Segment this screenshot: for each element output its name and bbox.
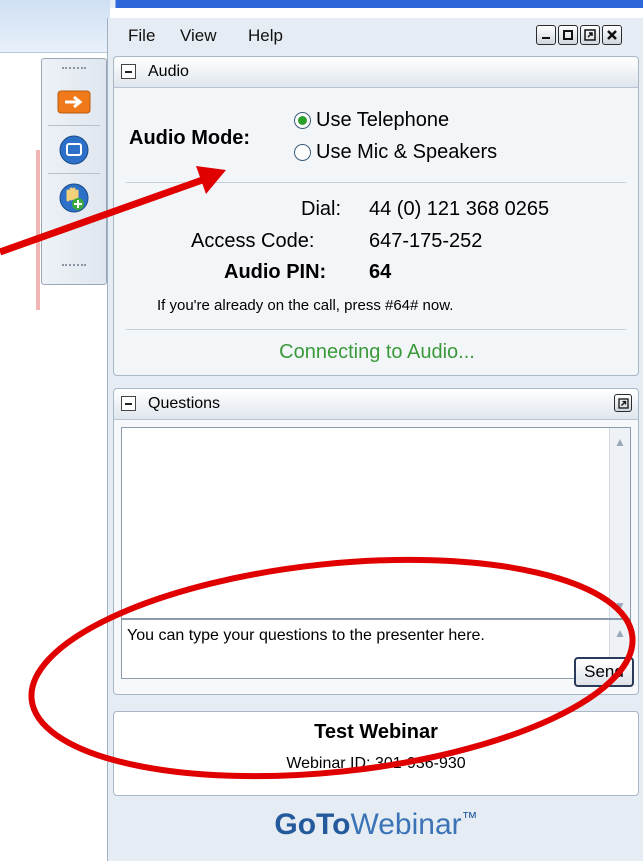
dial-label: Dial: [301, 198, 342, 220]
collapse-questions-icon[interactable] [121, 396, 136, 411]
floating-toolbar [41, 58, 107, 285]
webinar-title: Test Webinar [314, 721, 438, 743]
scroll-up-icon[interactable]: ▲ [612, 625, 628, 641]
gotowebinar-logo: GoToWebinar™ [108, 808, 643, 842]
question-input[interactable]: You can type your questions to the prese… [121, 619, 631, 679]
radio-unselected-icon [294, 144, 311, 161]
logo-bold: GoTo [274, 808, 351, 841]
access-code-label: Access Code: [191, 230, 315, 252]
logo-tm: ™ [461, 810, 478, 827]
show-panel-button[interactable] [55, 83, 93, 121]
minimize-icon[interactable] [536, 25, 556, 45]
access-code-value: 647-175-252 [369, 230, 483, 252]
audio-divider [126, 329, 626, 330]
raise-hand-button[interactable] [55, 179, 93, 217]
audio-panel-title: Audio [148, 63, 189, 80]
audio-status: Connecting to Audio... [279, 341, 475, 363]
window-controls [536, 25, 622, 45]
radio-label-mic: Use Mic & Speakers [316, 141, 498, 163]
webinar-id: Webinar ID: 301-936-930 [286, 755, 466, 772]
radio-use-telephone[interactable]: Use Telephone [294, 109, 449, 132]
toolbar-divider [48, 125, 100, 126]
audio-mode-label: Audio Mode: [129, 127, 251, 149]
collapse-audio-icon[interactable] [121, 64, 136, 79]
raise-hand-icon [59, 183, 89, 213]
send-button[interactable]: Send [574, 657, 634, 687]
toolbar-grip-top[interactable] [62, 67, 86, 73]
close-icon[interactable] [602, 25, 622, 45]
questions-panel: Questions ▲ ▼ You can type your question… [113, 388, 639, 695]
scroll-up-icon[interactable]: ▲ [612, 434, 628, 450]
question-input-text[interactable]: You can type your questions to the prese… [127, 624, 597, 648]
popout-icon[interactable] [580, 25, 600, 45]
logo-light: Webinar [350, 808, 462, 841]
questions-log-scrollbar[interactable]: ▲ ▼ [609, 428, 630, 618]
dial-number: 44 (0) 121 368 0265 [369, 198, 550, 220]
webinar-control-panel: File View Help Audio Audio Mode: Use Tel… [107, 18, 643, 861]
screen-icon [59, 135, 89, 165]
questions-panel-title: Questions [148, 395, 221, 412]
audio-panel: Audio Audio Mode: Use Telephone Use Mic … [113, 56, 639, 376]
arrow-right-icon [57, 90, 91, 114]
radio-use-mic-speakers[interactable]: Use Mic & Speakers [294, 141, 497, 164]
audio-pin-label: Audio PIN: [224, 261, 327, 283]
restore-icon[interactable] [558, 25, 578, 45]
background-window-fragment [0, 0, 110, 53]
toolbar-grip-bottom[interactable] [62, 264, 86, 270]
menu-help[interactable]: Help [248, 26, 283, 46]
screen-button[interactable] [55, 131, 93, 169]
audio-pin-hint: If you're already on the call, press #64… [157, 297, 454, 314]
scroll-down-icon[interactable]: ▼ [612, 598, 628, 614]
background-pink-strip [36, 150, 40, 310]
menu-bar: File View Help [108, 18, 643, 56]
radio-selected-icon [294, 112, 311, 129]
webinar-info: Test Webinar Webinar ID: 301-936-930 [113, 711, 639, 796]
audio-divider [126, 182, 626, 183]
questions-log[interactable]: ▲ ▼ [121, 427, 631, 619]
menu-view[interactable]: View [180, 26, 217, 46]
audio-panel-header: Audio [114, 57, 638, 88]
toolbar-divider [48, 173, 100, 174]
radio-label-telephone: Use Telephone [316, 109, 450, 131]
popout-icon[interactable] [614, 394, 632, 412]
questions-panel-header: Questions [114, 389, 638, 420]
audio-pin-value: 64 [369, 261, 392, 283]
menu-file[interactable]: File [128, 26, 155, 46]
